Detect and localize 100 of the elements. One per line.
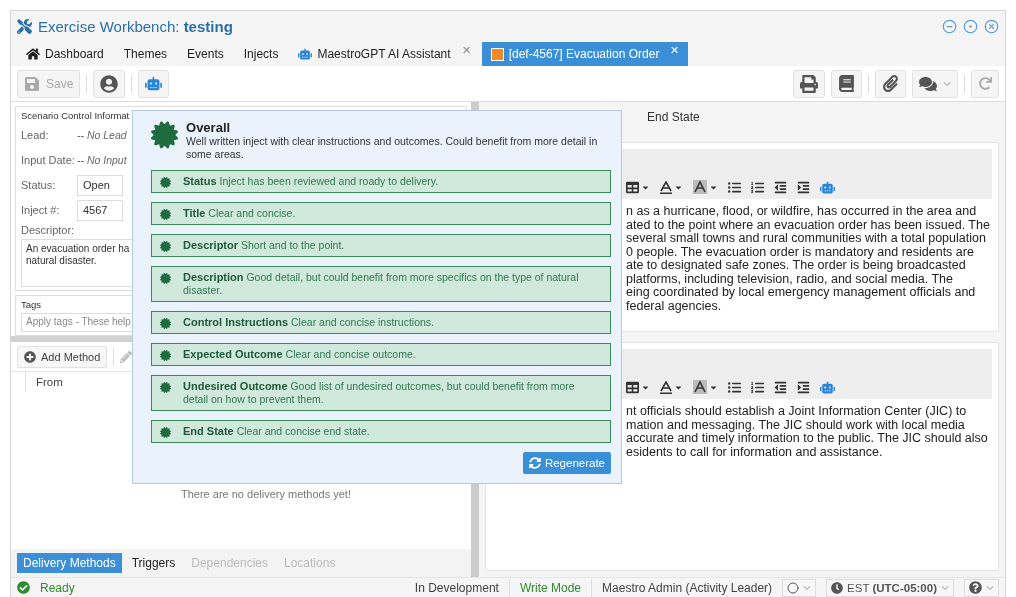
indent-icon[interactable] [797, 180, 810, 194]
bullet-list-icon[interactable] [728, 380, 741, 394]
plus-icon [24, 350, 36, 363]
highlight-dropdown[interactable] [693, 180, 718, 194]
tab[interactable]: MaestroGPT AI Assistant ✕ [289, 42, 480, 66]
paperclip-icon [882, 75, 899, 92]
minimize-icon[interactable] [942, 19, 957, 34]
badge-icon [151, 120, 178, 150]
badge-icon [160, 350, 171, 361]
close-icon[interactable] [984, 19, 999, 34]
chevron-icon [941, 583, 949, 592]
timezone-dropdown[interactable]: EST (UTC-05:00) [826, 578, 954, 597]
badge-icon [160, 382, 171, 393]
empty-message: There are no delivery methods yet! [181, 488, 351, 500]
help-dropdown[interactable] [964, 578, 999, 597]
outdent-icon[interactable] [774, 380, 787, 394]
check-icon [17, 581, 30, 594]
add-method-button[interactable]: Add Method [17, 345, 108, 368]
tab[interactable]: Injects [234, 42, 288, 66]
badge-icon [160, 209, 171, 220]
robot-icon[interactable] [820, 379, 835, 395]
chat-icon [919, 74, 937, 93]
input-field[interactable]: 4567 [77, 199, 123, 221]
review-text: End State Clear and concise end state. [183, 425, 370, 438]
table-dropdown[interactable] [626, 380, 650, 394]
numbered-list-icon[interactable] [751, 180, 764, 194]
review-text: Expected Outcome Clear and concise outcome. [183, 348, 416, 361]
table-dropdown[interactable] [626, 180, 650, 194]
badge-icon [160, 318, 171, 329]
robot-icon [298, 47, 313, 61]
highlight-dropdown[interactable] [693, 380, 718, 394]
badge-icon [160, 241, 171, 252]
font-color-icon [660, 380, 672, 394]
mode-text: Write Mode [519, 580, 582, 595]
restore-icon[interactable] [963, 19, 978, 34]
review-text: Status Inject has been reviewed and roady to delivery. [183, 175, 439, 188]
status-text: Ready [40, 580, 75, 595]
save-icon [24, 75, 40, 92]
outdent-icon[interactable] [774, 180, 787, 194]
table-icon [626, 180, 639, 194]
highlight-icon [693, 380, 707, 394]
field-value: -- No Lead [77, 129, 127, 141]
field-label: Status: [21, 179, 57, 191]
review-text: Description Good detail, but could benefit from more specifics on the type of natural disaster. [183, 271, 580, 297]
font-color-dropdown[interactable] [660, 380, 683, 394]
tab[interactable]: Triggers [125, 553, 182, 573]
font-color-icon [660, 180, 672, 194]
field-label: Inject #: [21, 204, 61, 216]
clock-icon [831, 581, 844, 594]
user-icon [100, 74, 119, 93]
spinner-icon [787, 581, 800, 594]
badge-icon [160, 273, 171, 284]
chevron-icon [943, 79, 951, 88]
table-icon [626, 380, 639, 394]
review-summary: Well written inject with clear instructions and outcomes. Could benefit from more detail in some areas. [186, 135, 599, 161]
tab[interactable]: Themes [114, 42, 177, 66]
print-icon [800, 74, 818, 93]
home-icon [26, 47, 40, 61]
highlight-icon [693, 180, 707, 194]
comments-button[interactable] [912, 69, 958, 98]
refresh-icon [528, 457, 541, 469]
robot-icon [145, 75, 163, 92]
field-label: Lead: [21, 129, 50, 141]
chevron-icon [803, 583, 812, 592]
timezone-text: EST (UTC-05:00) [847, 581, 937, 594]
user-text: Maestro Admin (Activity Leader) [602, 580, 773, 595]
tab[interactable]: End State [647, 110, 700, 124]
book-button[interactable] [831, 69, 862, 98]
inject-icon [490, 47, 504, 61]
user-button[interactable] [93, 69, 126, 98]
font-color-dropdown[interactable] [660, 180, 683, 194]
tags-field[interactable]: Apply tags - These help [21, 313, 133, 332]
review-text: Descriptor Short and to the point. [183, 239, 345, 252]
field-value: -- No Input [77, 154, 127, 166]
refresh-icon [978, 77, 992, 90]
help-icon [969, 581, 982, 594]
attach-button[interactable] [875, 69, 906, 98]
section-legend: Scenario Control Informat [21, 110, 130, 121]
spinner-dropdown[interactable] [782, 578, 817, 597]
tab[interactable]: Dashboard [17, 42, 113, 66]
robot-button[interactable] [138, 69, 170, 98]
badge-icon [160, 427, 171, 438]
field-label: Input Date: [21, 154, 76, 166]
numbered-list-icon[interactable] [751, 380, 764, 394]
bullet-list-icon[interactable] [728, 180, 741, 194]
section-legend: Tags [21, 299, 42, 310]
badge-icon [160, 177, 171, 188]
field-label: Descriptor: [21, 224, 76, 236]
app-logo-icon [17, 19, 32, 34]
chevron-icon [986, 583, 994, 592]
window-title: Exercise Workbench: testing [38, 18, 233, 35]
indent-icon[interactable] [797, 380, 810, 394]
column-header: From [25, 372, 125, 392]
input-field[interactable]: Open [77, 174, 123, 196]
book-icon [838, 75, 855, 92]
review-title: Overall [186, 120, 232, 135]
tab[interactable]: Events [178, 42, 233, 66]
print-button[interactable] [793, 69, 825, 98]
review-text: Title Clear and concise. [183, 207, 296, 220]
robot-icon[interactable] [820, 179, 835, 195]
